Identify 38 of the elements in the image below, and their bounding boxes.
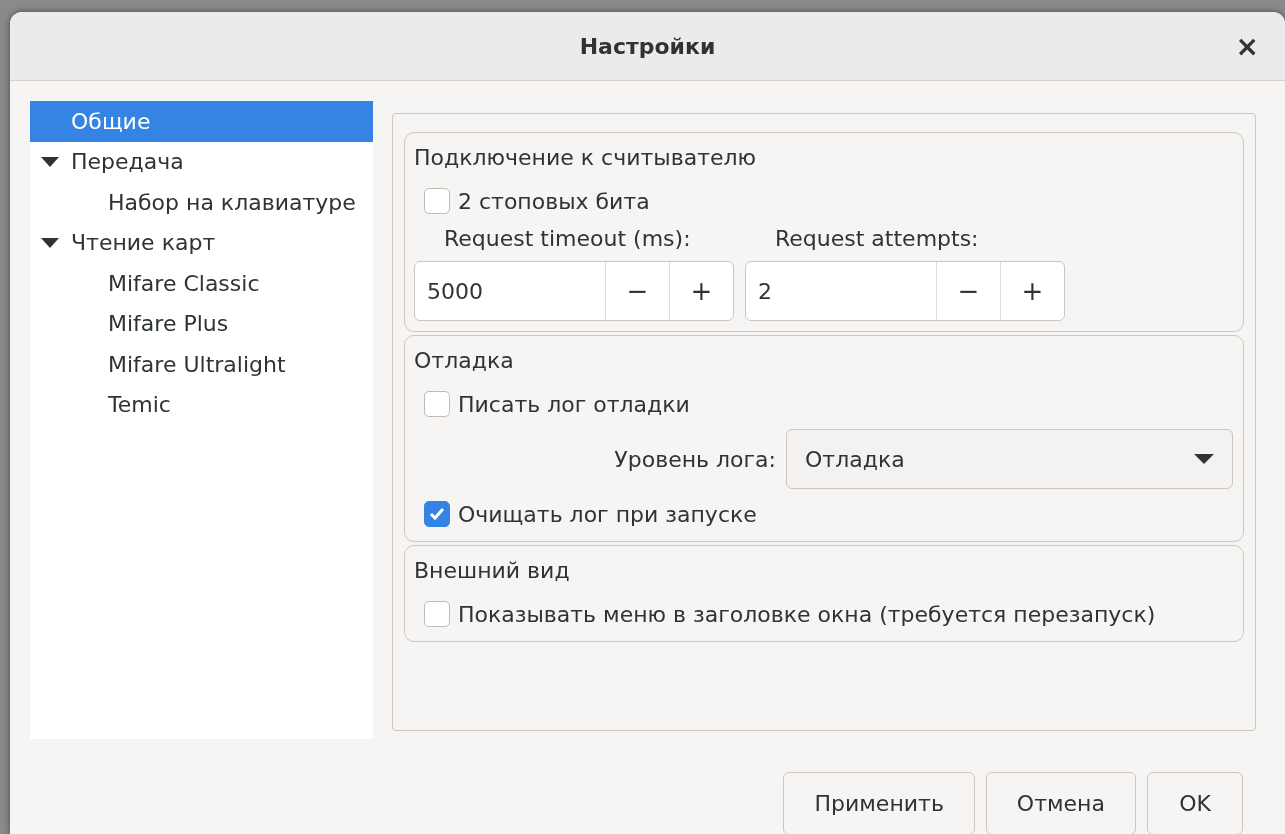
checkbox-label: Показывать меню в заголовке окна (требуется перезапуск)	[458, 601, 1156, 627]
check-icon	[428, 505, 446, 523]
number-input[interactable]: 2	[746, 262, 936, 320]
tree-item[interactable]: Temic	[30, 384, 373, 425]
dialog-button[interactable]: Отмена	[985, 772, 1136, 834]
group-title: Отладка	[414, 348, 515, 373]
dropdown[interactable]: Отладка	[786, 429, 1233, 489]
checkbox[interactable]	[424, 188, 450, 214]
tree-item[interactable]: Набор на клавиатуре	[30, 182, 373, 223]
dialog-button[interactable]: Применить	[783, 772, 975, 834]
number-input[interactable]: 5000	[415, 262, 605, 320]
increment-button[interactable]: +	[1000, 262, 1064, 320]
checkbox[interactable]	[424, 601, 450, 627]
checkbox-label: Очищать лог при запуске	[458, 501, 757, 527]
checkbox-label: 2 стоповых бита	[458, 188, 650, 214]
tree-item[interactable]: Чтение карт	[30, 222, 373, 263]
tree-item[interactable]: Mifare Ultralight	[30, 344, 373, 385]
tree-item[interactable]: Mifare Plus	[30, 303, 373, 344]
group-title: Внешний вид	[414, 558, 571, 583]
checkbox[interactable]	[424, 501, 450, 527]
field-label: Request attempts:	[774, 226, 980, 251]
decrement-button[interactable]: −	[605, 262, 669, 320]
dialog-button[interactable]: OK	[1147, 772, 1243, 834]
group-title: Подключение к считывателю	[414, 145, 758, 170]
checkbox-label: Писать лог отладки	[458, 391, 690, 417]
decrement-button[interactable]: −	[936, 262, 1000, 320]
tree-item[interactable]: Mifare Classic	[30, 263, 373, 304]
window-title: Настройки	[579, 33, 716, 59]
close-button[interactable]: ×	[1229, 30, 1265, 63]
spin-field[interactable]: 2 − +	[745, 261, 1065, 321]
dropdown-arrow-icon	[1194, 453, 1214, 465]
spin-field[interactable]: 5000 − +	[414, 261, 734, 321]
increment-button[interactable]: +	[669, 262, 733, 320]
field-label: Уровень лога:	[614, 446, 776, 472]
checkbox[interactable]	[424, 391, 450, 417]
tree-item[interactable]: Общие	[30, 101, 373, 142]
field-label: Request timeout (ms):	[443, 226, 692, 251]
tree-item[interactable]: Передача	[30, 141, 373, 182]
